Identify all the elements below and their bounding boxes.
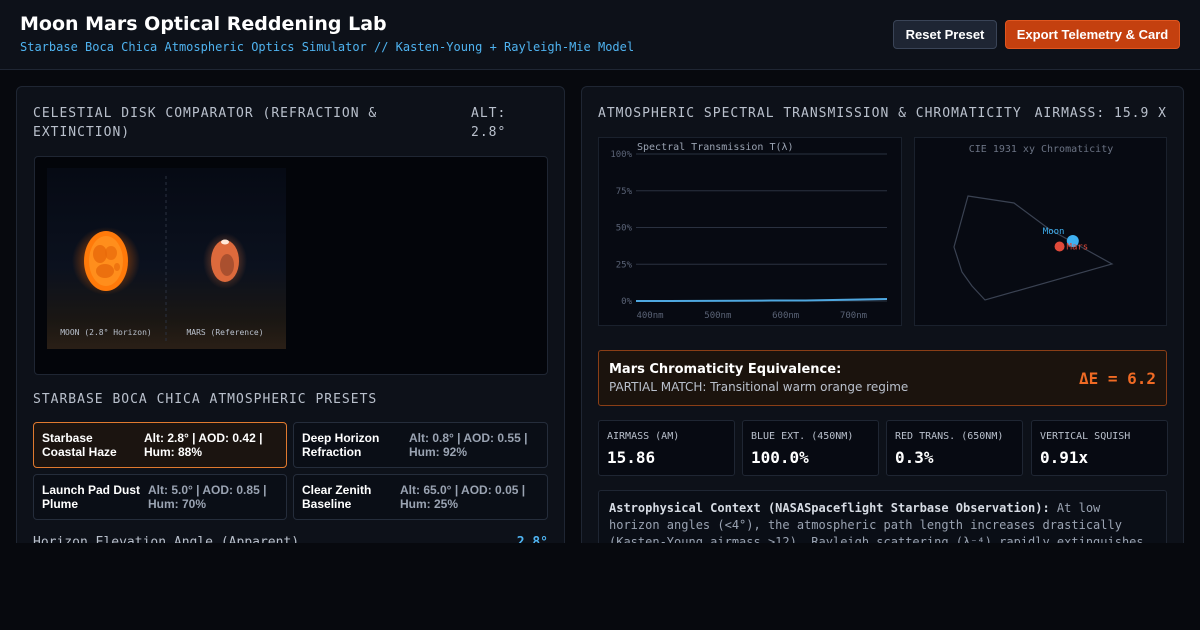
metric-label: VERTICAL SQUISH bbox=[1040, 431, 1131, 442]
preset-deep-horizon-refraction[interactable]: Deep Horizon Refraction Alt: 0.8° | AOD:… bbox=[293, 422, 548, 468]
metric-airmass: AIRMASS (AM) 15.86 bbox=[598, 420, 735, 476]
preset-name: Clear Zenith Baseline bbox=[302, 483, 372, 511]
sky-canvas: MOON (2.8° Horizon) MARS (Reference) bbox=[47, 168, 286, 349]
altitude-readout: ALT: 2.8° bbox=[471, 106, 507, 140]
metric-value: 0.3% bbox=[895, 448, 934, 467]
metric-blue-extinction: BLUE EXT. (450NM) 100.0% bbox=[742, 420, 879, 476]
preset-meta: Alt: 0.8° | AOD: 0.55 | Hum: 92% bbox=[409, 431, 528, 459]
preset-name: Launch Pad Dust Plume bbox=[42, 483, 141, 511]
spectral-chart-title: Spectral Transmission T(λ) bbox=[637, 142, 794, 153]
context-title: Astrophysical Context (NASASpaceflight S… bbox=[609, 501, 1050, 515]
metric-label: RED TRANS. (650NM) bbox=[895, 431, 1004, 442]
comparator-panel: CELESTIAL DISK COMPARATOR (REFRACTION & … bbox=[16, 86, 565, 543]
app-header: Moon Mars Optical Reddening Lab Starbase… bbox=[0, 0, 1200, 70]
x-tick-label: 700nm bbox=[840, 311, 867, 321]
airmass-readout: AIRMASS: 15.9 X bbox=[1034, 106, 1167, 121]
moon-point-label: Moon bbox=[1043, 227, 1065, 237]
preset-meta: Alt: 5.0° | AOD: 0.85 | Hum: 70% bbox=[148, 483, 267, 511]
cie-chart-title: CIE 1931 xy Chromaticity bbox=[969, 144, 1114, 155]
y-tick-label: 100% bbox=[610, 150, 632, 160]
disk-render: MOON (2.8° Horizon) MARS (Reference) bbox=[60, 176, 264, 343]
spectral-locus bbox=[953, 195, 1114, 301]
metric-vertical-squish: VERTICAL SQUISH 0.91x bbox=[1031, 420, 1168, 476]
metric-value: 0.91x bbox=[1040, 448, 1089, 467]
preset-name: Deep Horizon Refraction bbox=[302, 431, 380, 459]
metric-value: 100.0% bbox=[751, 448, 809, 467]
preset-meta: Alt: 2.8° | AOD: 0.42 | Hum: 88% bbox=[144, 431, 263, 459]
preset-launch-pad-dust-plume[interactable]: Launch Pad Dust Plume Alt: 5.0° | AOD: 0… bbox=[33, 474, 287, 520]
metric-label: AIRMASS (AM) bbox=[607, 431, 680, 442]
spectral-title: ATMOSPHERIC SPECTRAL TRANSMISSION & CHRO… bbox=[598, 106, 1022, 121]
mars-point-label: Mars bbox=[1067, 243, 1089, 253]
spectral-panel: ATMOSPHERIC SPECTRAL TRANSMISSION & CHRO… bbox=[581, 86, 1184, 543]
x-tick-label: 400nm bbox=[636, 311, 663, 321]
x-tick-label: 500nm bbox=[704, 311, 731, 321]
y-tick-label: 50% bbox=[616, 224, 633, 234]
astrophysical-context: Astrophysical Context (NASASpaceflight S… bbox=[598, 490, 1167, 543]
spectral-svg: Spectral Transmission T(λ) 100% 75% 50% 25%… bbox=[610, 142, 888, 321]
export-telemetry-button[interactable]: Export Telemetry & Card bbox=[1005, 20, 1180, 49]
app-title: Moon Mars Optical Reddening Lab bbox=[20, 13, 387, 35]
preset-name: Starbase Coastal Haze bbox=[42, 431, 117, 459]
app-subtitle: Starbase Boca Chica Atmospheric Optics S… bbox=[20, 40, 635, 54]
mars-chromaticity-point bbox=[1054, 241, 1065, 252]
main-content: CELESTIAL DISK COMPARATOR (REFRACTION & … bbox=[0, 70, 1200, 543]
mars-disk bbox=[203, 233, 247, 289]
presets-title: STARBASE BOCA CHICA ATMOSPHERIC PRESETS bbox=[33, 392, 378, 407]
elevation-slider-value: 2.8° bbox=[516, 535, 548, 543]
metric-value: 15.86 bbox=[607, 448, 656, 467]
elevation-slider-label: Horizon Elevation Angle (Apparent) bbox=[33, 535, 300, 543]
chromaticity-match-box: Mars Chromaticity Equivalence: PARTIAL M… bbox=[598, 350, 1167, 406]
match-title: Mars Chromaticity Equivalence: bbox=[609, 362, 842, 377]
preset-clear-zenith-baseline[interactable]: Clear Zenith Baseline Alt: 65.0° | AOD: … bbox=[293, 474, 548, 520]
reset-preset-button[interactable]: Reset Preset bbox=[893, 20, 997, 49]
x-tick-label: 600nm bbox=[772, 311, 799, 321]
moon-caption: MOON (2.8° Horizon) bbox=[60, 328, 152, 337]
comparator-title: CELESTIAL DISK COMPARATOR (REFRACTION & … bbox=[33, 106, 378, 140]
disk-comparator: MOON (2.8° Horizon) MARS (Reference) bbox=[34, 156, 548, 375]
cie-svg: CIE 1931 xy Chromaticity MoonMars bbox=[953, 144, 1114, 301]
mars-caption: MARS (Reference) bbox=[186, 328, 263, 337]
delta-e-value: ΔE = 6.2 bbox=[1078, 369, 1156, 388]
spectral-transmission-chart: Spectral Transmission T(λ) 100% 75% 50% 25%… bbox=[598, 137, 902, 326]
moon-disk bbox=[72, 227, 140, 295]
y-tick-label: 25% bbox=[616, 260, 633, 270]
metric-red-transmission: RED TRANS. (650NM) 0.3% bbox=[886, 420, 1023, 476]
y-tick-label: 0% bbox=[621, 297, 632, 307]
metric-label: BLUE EXT. (450NM) bbox=[751, 431, 854, 442]
preset-starbase-coastal-haze[interactable]: Starbase Coastal Haze Alt: 2.8° | AOD: 0… bbox=[33, 422, 287, 468]
cie-chromaticity-chart: CIE 1931 xy Chromaticity Moon Mars bbox=[914, 137, 1167, 326]
match-status: PARTIAL MATCH: Transitional warm orange … bbox=[609, 380, 909, 394]
y-tick-label: 75% bbox=[616, 187, 633, 197]
preset-meta: Alt: 65.0° | AOD: 0.05 | Hum: 25% bbox=[400, 483, 526, 511]
